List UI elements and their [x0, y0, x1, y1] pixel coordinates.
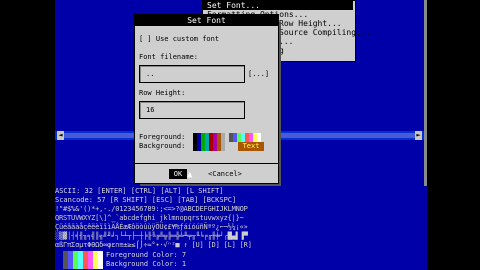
ok-button[interactable]: OK — [169, 169, 187, 179]
charset-row: αßΓπΣσµτΦΘΩδ∞φε∩≡±≥≤⌠⌡÷≈°∙·√ⁿ²■ ↑ [U] [D… — [55, 241, 252, 249]
foreground-color-status: Foreground Color: 7 — [106, 251, 187, 259]
palette-swatch[interactable] — [98, 251, 103, 269]
right-black-border — [427, 0, 480, 270]
charset-row: !"#$%&'()*+,-./0123456789:;<=>?@ABCDEFGH… — [55, 205, 248, 213]
foreground-label: Foreground: — [139, 133, 186, 141]
palette-swatch[interactable] — [221, 133, 225, 151]
background-label: Background: — [139, 142, 186, 150]
row-height-label: Row Height: — [139, 89, 186, 97]
browse-button[interactable]: [...] — [248, 70, 269, 78]
menu-item-row-height[interactable]: Row Height... — [279, 19, 342, 28]
set-font-dialog: Set Font [ ] Use custom font Font filena… — [134, 14, 279, 184]
charset-row: QRSTUVWXYZ[\]^_`abcdefghi jklmnopqrstuvw… — [55, 214, 244, 222]
scroll-right-arrow-icon[interactable]: ► — [415, 131, 422, 140]
foreground-palette[interactable] — [193, 133, 225, 151]
background-palette[interactable] — [229, 133, 267, 142]
scroll-left-arrow-icon[interactable]: ◄ — [57, 131, 64, 140]
menu-item-set-font[interactable]: Set Font... — [207, 1, 260, 10]
palette-swatch[interactable] — [257, 133, 261, 142]
dialog-title: Set Font — [135, 15, 278, 26]
left-black-border — [0, 0, 55, 270]
background-color-status: Background Color: 1 — [106, 260, 187, 268]
dialog-divider — [135, 163, 278, 164]
font-filename-field[interactable]: .. — [139, 65, 245, 83]
ascii-status: ASCII: 32 [ENTER] [CTRL] [ALT] [L SHIFT] — [55, 187, 224, 195]
mouse-cursor-icon: ▲ — [187, 170, 193, 180]
font-sample-preview: Text — [238, 142, 264, 151]
scancode-status: Scancode: 57 [R SHIFT] [ESC] [TAB] [BCKS… — [55, 196, 237, 204]
charset-row: ░▒▓│┤╡╢╖╕╣║╗╝╜╛┐└┴┬├─┼╞╟╚╔╩╦╠═╬╧╨╤╥╙╘╒╓╫… — [55, 232, 248, 240]
menu-item-more[interactable]: ... — [279, 37, 293, 46]
color-palette-strip[interactable] — [63, 251, 103, 269]
custom-font-checkbox[interactable]: [ ] Use custom font — [139, 35, 219, 43]
cancel-button[interactable]: <Cancel> — [205, 169, 245, 179]
font-filename-label: Font filename: — [139, 53, 199, 61]
menu-item-source-compiling[interactable]: Source Compiling... — [279, 28, 371, 37]
charset-row: ÇüéâäàåçêëèïîìÄÅÉæÆôöòûùÿÖÜ¢£¥₧ƒáíóúñÑªº… — [55, 223, 248, 231]
row-height-field[interactable]: 16 — [139, 101, 245, 119]
